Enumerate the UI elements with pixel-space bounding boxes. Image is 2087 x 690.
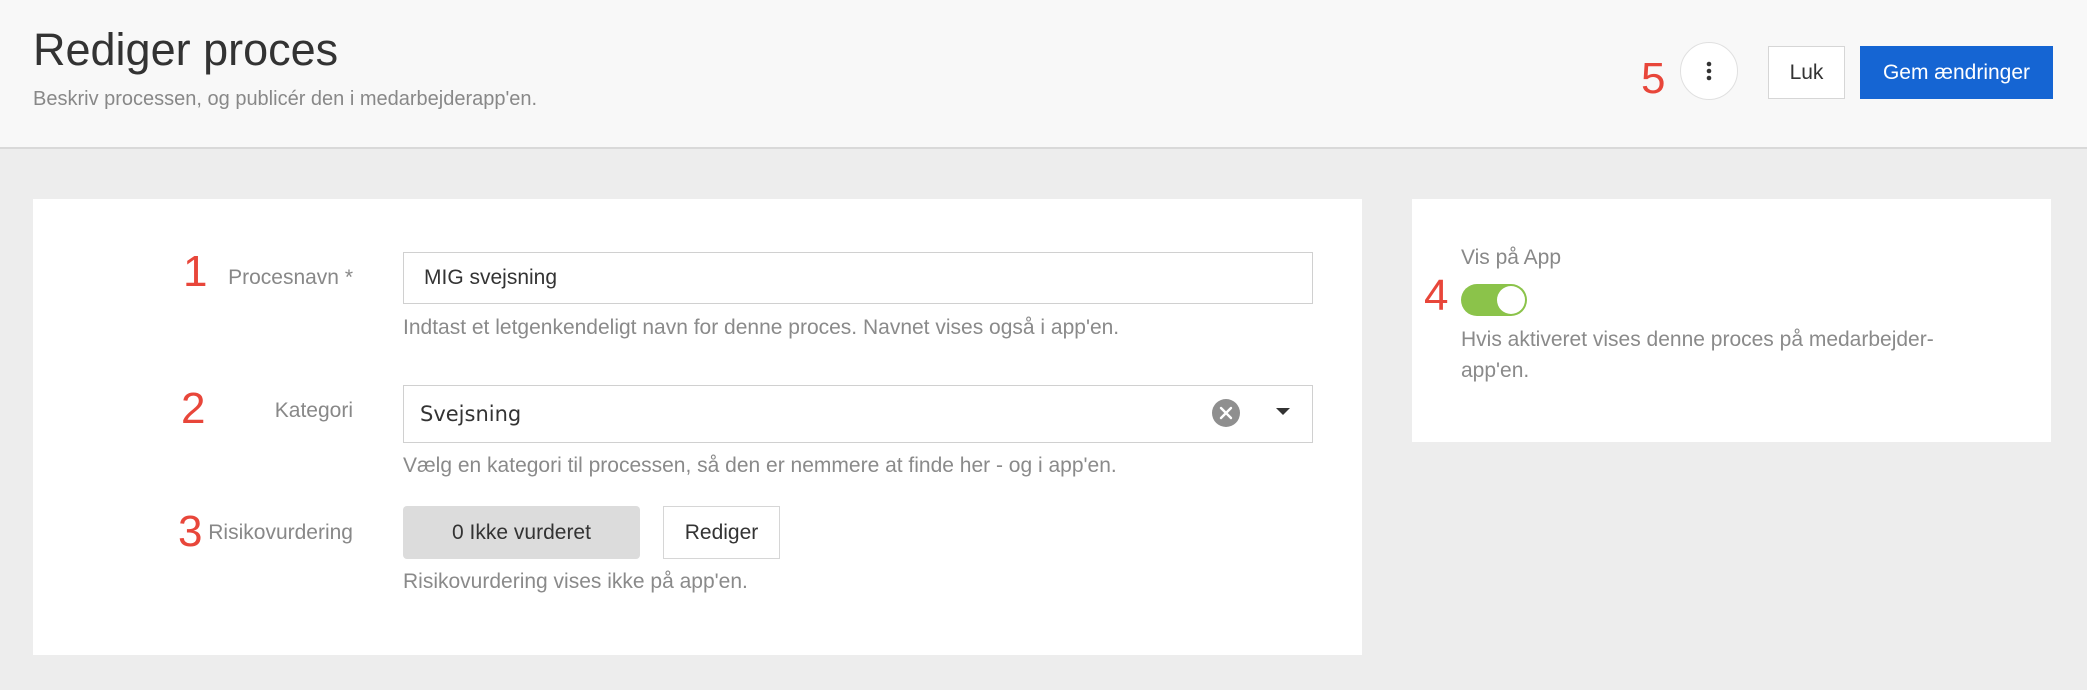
edit-risk-button[interactable]: Rediger [663,506,780,559]
category-select[interactable]: Svejsning [403,385,1313,443]
more-vertical-icon [1706,61,1712,81]
category-value: Svejsning [420,402,522,426]
show-on-app-help: Hvis aktiveret vises denne proces på med… [1461,328,1934,382]
clear-icon[interactable] [1212,399,1240,427]
app-visibility-card [1412,199,2051,442]
risk-assessment-label: Risikovurdering [208,521,353,544]
category-help: Vælg en kategori til processen, så den e… [403,454,1117,477]
process-name-value: MIG svejsning [424,266,558,289]
close-button[interactable]: Luk [1768,46,1845,99]
more-options-button[interactable] [1680,42,1738,100]
save-changes-button[interactable]: Gem ændringer [1860,46,2053,99]
show-on-app-label: Vis på App [1461,246,1562,269]
process-name-label: Procesnavn * [228,266,353,289]
process-name-help: Indtast et letgenkendeligt navn for denn… [403,316,1120,339]
toggle-knob [1497,286,1525,314]
risk-assessment-badge: 0 Ikke vurderet [403,506,640,559]
show-on-app-toggle[interactable] [1461,284,1527,316]
chevron-down-icon[interactable] [1276,408,1290,415]
risk-assessment-help: Risikovurdering vises ikke på app'en. [403,570,748,593]
page-title: Rediger proces [33,24,339,75]
page-header: Rediger proces Beskriv processen, og pub… [0,0,2087,149]
category-label: Kategori [274,399,353,422]
close-icon [1219,406,1233,420]
marker-5: 5 [1641,54,1666,103]
page-subtitle: Beskriv processen, og publicér den i med… [33,88,538,110]
process-name-input[interactable]: MIG svejsning [403,252,1313,304]
marker-4: 4 [1424,271,1449,320]
